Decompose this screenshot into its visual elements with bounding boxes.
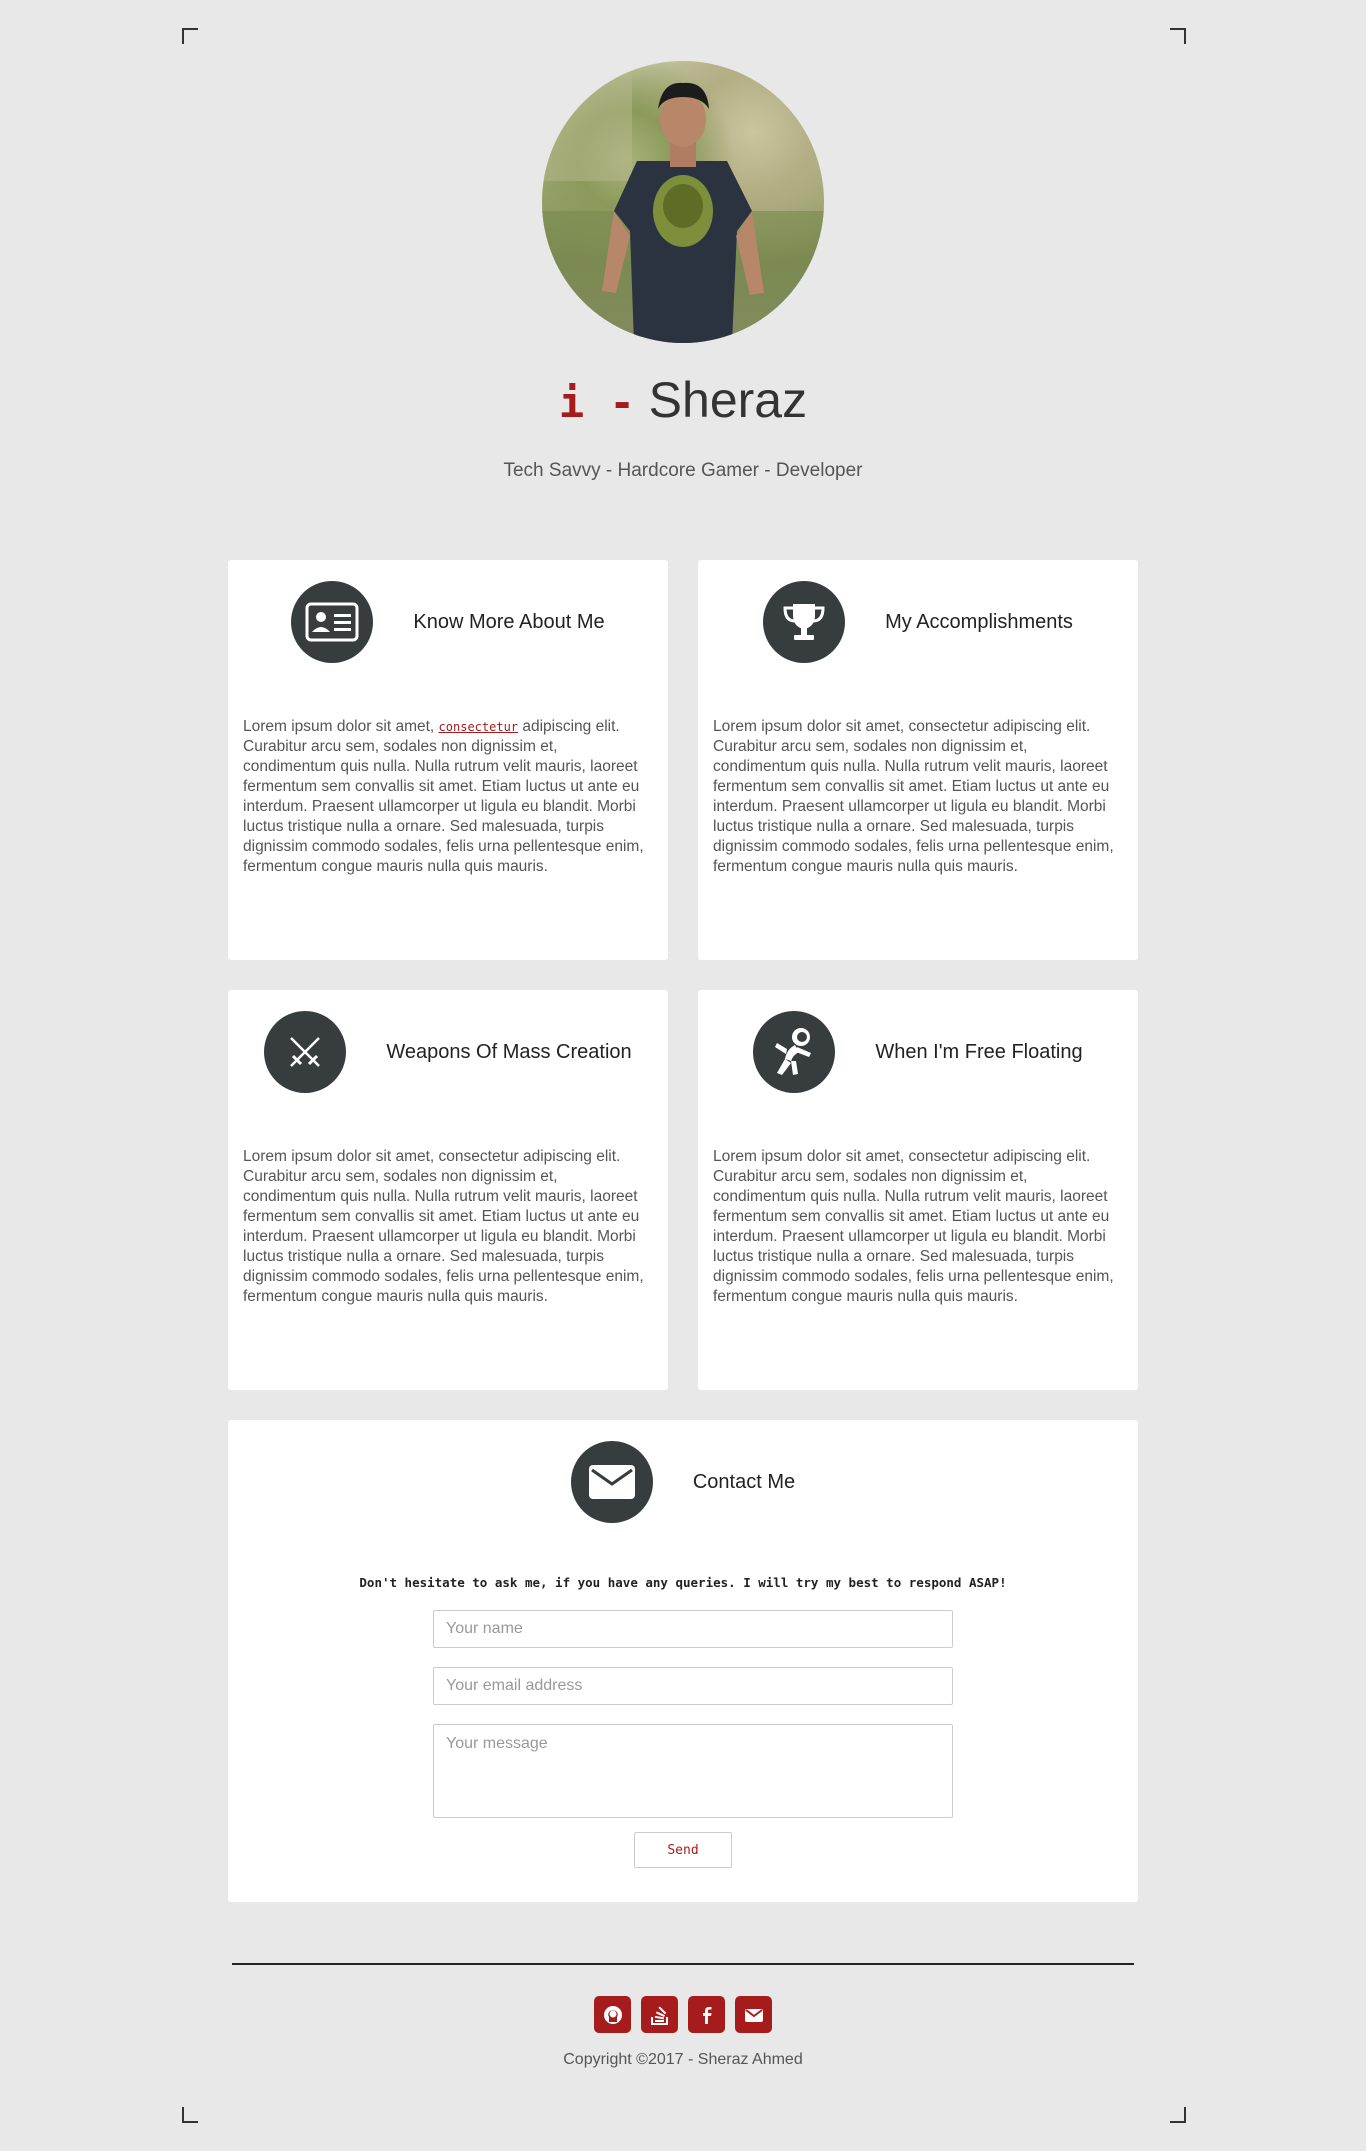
profile-photo bbox=[542, 61, 824, 343]
title-prefix: i - bbox=[558, 378, 635, 427]
crossed-swords-icon bbox=[264, 1011, 347, 1093]
card-contact: Contact Me Don't hesitate to ask me, if … bbox=[228, 1420, 1138, 1902]
page-title: i - Sheraz bbox=[0, 368, 1366, 435]
card-body: Lorem ipsum dolor sit amet, consectetur … bbox=[713, 718, 1114, 875]
stackoverflow-icon[interactable] bbox=[641, 1996, 678, 2033]
card-free-floating: When I'm Free Floating Lorem ipsum dolor… bbox=[698, 990, 1138, 1390]
email-input[interactable] bbox=[433, 1667, 953, 1705]
card-title: Weapons Of Mass Creation bbox=[386, 1040, 632, 1063]
card-body: Lorem ipsum dolor sit amet, consectetur … bbox=[713, 1148, 1114, 1305]
footer-divider bbox=[232, 1963, 1134, 1965]
frame-corner-bottom-right bbox=[1170, 2107, 1186, 2123]
card-title: When I'm Free Floating bbox=[875, 1040, 1083, 1063]
card-body-text: Lorem ipsum dolor sit amet, bbox=[243, 718, 439, 735]
tagline: Tech Savvy - Hardcore Gamer - Developer bbox=[503, 460, 863, 481]
card-accomplishments: My Accomplishments Lorem ipsum dolor sit… bbox=[698, 560, 1138, 960]
frame-corner-bottom-left bbox=[182, 2107, 198, 2123]
card-title: Contact Me bbox=[692, 1470, 796, 1493]
title-name: Sheraz bbox=[648, 372, 808, 428]
message-textarea[interactable] bbox=[433, 1724, 953, 1818]
card-title: My Accomplishments bbox=[885, 610, 1073, 633]
envelope-icon[interactable] bbox=[735, 1996, 772, 2033]
card-body: Lorem ipsum dolor sit amet, consectetur … bbox=[243, 1148, 644, 1305]
github-icon[interactable] bbox=[594, 1996, 631, 2033]
astronaut-icon bbox=[753, 1011, 836, 1093]
card-about-me: Know More About Me Lorem ipsum dolor sit… bbox=[228, 560, 668, 960]
code-link[interactable]: consectetur bbox=[439, 720, 518, 734]
name-input[interactable] bbox=[433, 1610, 953, 1648]
trophy-icon bbox=[763, 581, 846, 663]
id-card-icon bbox=[291, 581, 374, 663]
card-body: Lorem ipsum dolor sit amet, consectetur … bbox=[243, 717, 648, 877]
send-button[interactable]: Send bbox=[634, 1832, 732, 1868]
copyright: Copyright ©2017 - Sheraz Ahmed bbox=[563, 2051, 803, 2068]
card-weapons: Weapons Of Mass Creation Lorem ipsum dol… bbox=[228, 990, 668, 1390]
envelope-icon bbox=[570, 1441, 653, 1523]
facebook-icon[interactable] bbox=[688, 1996, 725, 2033]
frame-corner-top-left bbox=[182, 28, 198, 44]
card-body-text: adipiscing elit. Curabitur arcu sem, sod… bbox=[243, 718, 644, 875]
card-title: Know More About Me bbox=[413, 610, 605, 633]
contact-note: Don't hesitate to ask me, if you have an… bbox=[359, 1575, 1007, 1590]
social-links bbox=[594, 1996, 772, 2033]
frame-corner-top-right bbox=[1170, 28, 1186, 44]
